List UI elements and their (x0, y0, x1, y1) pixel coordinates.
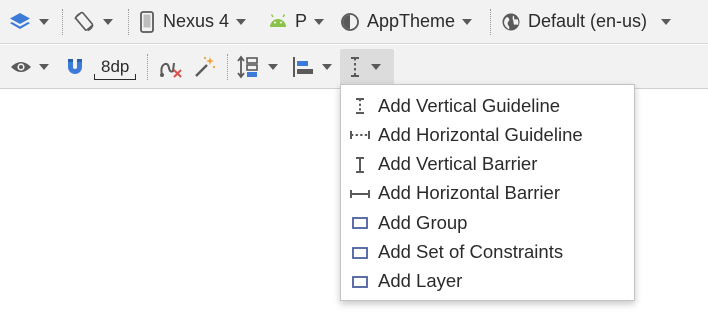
design-surface-button[interactable] (8, 0, 49, 43)
menu-item-label: Add Vertical Guideline (378, 94, 561, 116)
helpers-dropdown-menu: Add Vertical Guideline Add Horizontal Gui… (340, 84, 635, 301)
toolbar-divider (227, 54, 228, 80)
device-selector[interactable]: Nexus 4 (139, 0, 247, 43)
guidelines-button[interactable] (340, 49, 394, 85)
menu-item-label: Add Set of Constraints (378, 241, 564, 262)
vertical-guideline-icon (348, 56, 362, 78)
rotate-screen-icon (72, 10, 96, 34)
vertical-barrier-icon (351, 156, 369, 174)
view-options-button[interactable] (10, 45, 49, 88)
clear-constraints-icon (157, 55, 183, 79)
menu-item-add-vertical-guideline[interactable]: Add Vertical Guideline (341, 91, 634, 120)
locale-selector[interactable]: Default (en-us) (501, 0, 672, 43)
android-icon (268, 13, 288, 30)
phone-icon (139, 10, 155, 34)
group-icon (351, 273, 369, 291)
menu-item-add-horizontal-guideline[interactable]: Add Horizontal Guideline (341, 120, 634, 149)
theme-icon (340, 12, 360, 32)
theme-selector[interactable]: AppTheme (340, 0, 473, 43)
pack-button[interactable] (237, 45, 278, 88)
menu-item-add-horizontal-barrier[interactable]: Add Horizontal Barrier (341, 179, 634, 208)
chevron-down-icon (371, 64, 381, 70)
magic-wand-icon (193, 55, 217, 79)
menu-item-label: Add Horizontal Guideline (378, 123, 583, 145)
menu-item-label: Add Group (378, 211, 468, 233)
autoconnect-toggle[interactable] (64, 45, 86, 88)
horizontal-guideline-icon (349, 126, 371, 144)
globe-icon (501, 12, 521, 32)
infer-constraints-button[interactable] (193, 45, 217, 88)
orientation-button[interactable] (72, 0, 113, 43)
horizontal-barrier-icon (349, 185, 371, 203)
chevron-down-icon (462, 18, 473, 25)
theme-label: AppTheme (367, 11, 456, 31)
clear-constraints-button[interactable] (157, 45, 183, 88)
menu-item-label: Add Layer (378, 270, 463, 292)
locale-label: Default (en-us) (528, 11, 648, 31)
chevron-down-icon (236, 18, 247, 25)
default-margin-field[interactable]: 8dp (94, 45, 137, 88)
group-icon (351, 244, 369, 262)
toolbar-divider (490, 9, 491, 35)
chevron-down-icon (39, 18, 49, 25)
magnet-icon (64, 56, 86, 78)
chevron-down-icon (661, 18, 672, 25)
eye-icon (10, 60, 32, 74)
group-icon (351, 214, 369, 232)
align-icon (291, 56, 315, 78)
menu-item-label: Add Horizontal Barrier (378, 182, 560, 204)
menu-item-add-vertical-barrier[interactable]: Add Vertical Barrier (341, 150, 634, 179)
menu-item-label: Add Vertical Barrier (378, 153, 538, 175)
margin-tick-left (94, 73, 95, 80)
chevron-down-icon (314, 18, 325, 25)
default-margin-value: 8dp (101, 56, 130, 76)
api-level-label: P (295, 11, 308, 31)
chevron-down-icon (39, 63, 49, 70)
menu-item-add-layer[interactable]: Add Layer (341, 267, 634, 296)
menu-item-add-set-of-constraints[interactable]: Add Set of Constraints (341, 238, 634, 267)
toolbar-divider (128, 9, 129, 35)
margin-underline (94, 78, 137, 80)
toolbar-divider (147, 54, 148, 80)
align-button[interactable] (291, 45, 332, 88)
chevron-down-icon (322, 63, 332, 70)
pack-icon (237, 55, 261, 79)
menu-item-add-group[interactable]: Add Group (341, 208, 634, 237)
top-toolbar: Nexus 4 P AppTheme Default (en-us) (0, 0, 708, 44)
api-level-selector[interactable]: P (268, 0, 325, 43)
layers-icon (8, 11, 32, 33)
vertical-guideline-icon (351, 97, 369, 115)
device-label: Nexus 4 (163, 11, 230, 31)
chevron-down-icon (103, 18, 113, 25)
margin-tick-right (135, 73, 137, 80)
toolbar-divider (62, 9, 63, 35)
chevron-down-icon (268, 63, 278, 70)
constraint-toolbar: 8dp (0, 45, 708, 89)
